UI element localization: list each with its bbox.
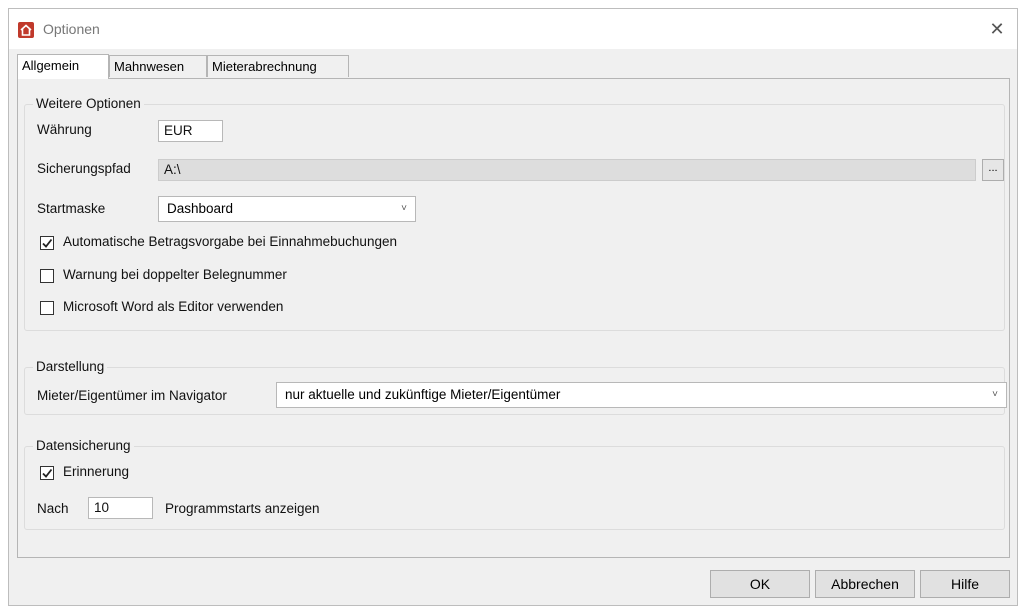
ok-button[interactable]: OK [710, 570, 810, 598]
nach-label: Nach [37, 501, 69, 516]
cancel-button[interactable]: Abbrechen [815, 570, 915, 598]
chevron-down-icon: ˅ [401, 203, 407, 214]
navigator-value: nur aktuelle und zukünftige Mieter/Eigen… [285, 387, 561, 402]
waehrung-input[interactable]: EUR [158, 120, 223, 142]
nach-input[interactable]: 10 [88, 497, 153, 519]
startmaske-value: Dashboard [167, 201, 234, 216]
checkbox-label: Automatische Betragsvorgabe bei Einnahme… [63, 234, 397, 249]
group-title: Darstellung [33, 359, 108, 374]
checkbox-word-editor[interactable] [40, 301, 54, 315]
programmstarts-label: Programmstarts anzeigen [165, 501, 320, 516]
erinnerung-label: Erinnerung [63, 464, 130, 479]
chevron-down-icon: ˅ [992, 389, 998, 400]
navigator-label: Mieter/Eigentümer im Navigator [37, 388, 227, 403]
checkmark-icon [42, 238, 53, 248]
browse-button[interactable]: ... [982, 159, 1004, 181]
close-icon[interactable]: ✕ [983, 15, 1011, 43]
tab-mahnwesen[interactable]: Mahnwesen [109, 55, 207, 77]
checkbox-erinnerung[interactable] [40, 466, 54, 480]
checkbox-doppelte-belegnummer[interactable] [40, 269, 54, 283]
group-darstellung: Darstellung Mieter/Eigentümer im Navigat… [24, 359, 1007, 415]
tab-allgemein[interactable]: Allgemein [17, 54, 109, 79]
startmaske-label: Startmaske [37, 201, 106, 216]
options-dialog: Optionen ✕ Allgemein Mahnwesen Mieterabr… [8, 8, 1018, 606]
tab-panel-allgemein: Weitere Optionen Währung EUR Sicherungsp… [17, 78, 1010, 558]
title-bar: Optionen ✕ [9, 9, 1017, 49]
tab-mieterabrechnung[interactable]: Mieterabrechnung [207, 55, 349, 77]
help-button[interactable]: Hilfe [920, 570, 1010, 598]
group-weitere-optionen: Weitere Optionen Währung EUR Sicherungsp… [24, 96, 1005, 331]
checkbox-label: Microsoft Word als Editor verwenden [63, 299, 284, 314]
checkbox-betragsvorgabe[interactable] [40, 236, 54, 250]
checkbox-label: Warnung bei doppelter Belegnummer [63, 267, 287, 282]
startmaske-select[interactable]: Dashboard ˅ [158, 196, 416, 222]
window-title: Optionen [43, 21, 100, 37]
house-icon [18, 22, 34, 38]
group-title: Datensicherung [33, 438, 134, 453]
checkmark-icon [42, 468, 53, 478]
sicherungspfad-label: Sicherungspfad [37, 161, 131, 176]
navigator-select[interactable]: nur aktuelle und zukünftige Mieter/Eigen… [276, 382, 1007, 408]
group-title: Weitere Optionen [33, 96, 144, 111]
waehrung-label: Währung [37, 122, 92, 137]
sicherungspfad-input[interactable]: A:\ [158, 159, 976, 181]
group-datensicherung: Datensicherung Erinnerung Nach 10 Progra… [24, 438, 1005, 530]
